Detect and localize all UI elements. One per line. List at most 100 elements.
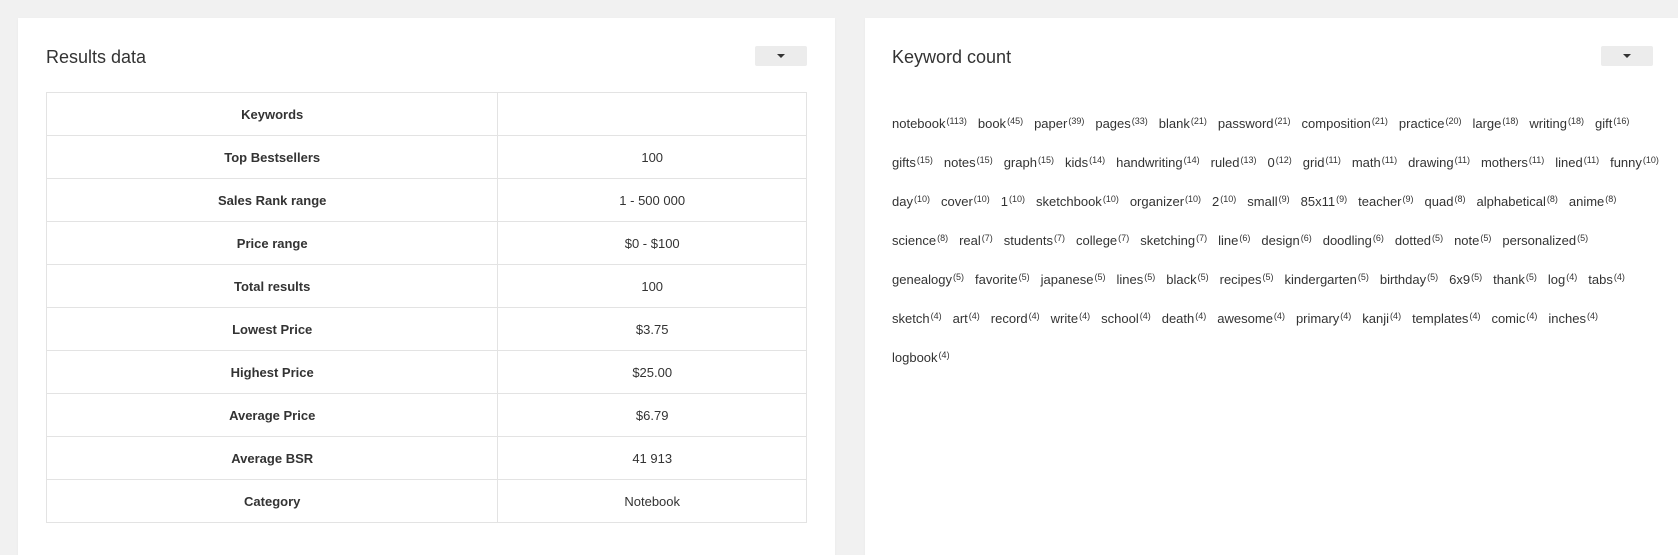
keyword-count: (18)	[1502, 116, 1519, 126]
table-row: Price range $0 - $100	[45, 221, 807, 265]
keyword-item[interactable]: design(6)	[1261, 227, 1311, 252]
keyword-count: (7)	[1196, 233, 1208, 243]
keyword-item[interactable]: handwriting(14)	[1116, 149, 1200, 174]
keyword-item[interactable]: death(4)	[1162, 305, 1207, 330]
keyword-item[interactable]: thank(5)	[1493, 266, 1537, 291]
keyword-item[interactable]: notes(15)	[944, 149, 993, 174]
keyword-item[interactable]: logbook(4)	[892, 344, 950, 369]
keyword-count: (8)	[1605, 194, 1617, 204]
keyword-count: (10)	[913, 194, 930, 204]
keyword-item[interactable]: recipes(5)	[1220, 266, 1274, 291]
keyword-item[interactable]: science(8)	[892, 227, 948, 252]
keyword-item[interactable]: composition(21)	[1302, 110, 1388, 135]
keyword-item[interactable]: genealogy(5)	[892, 266, 964, 291]
keyword-count: (4)	[1613, 272, 1625, 282]
keyword-count: (5)	[1471, 272, 1483, 282]
table-row: Lowest Price $3.75	[45, 307, 807, 351]
keyword-count: (113)	[946, 116, 967, 126]
keyword-item[interactable]: write(4)	[1051, 305, 1090, 330]
results-data-title: Results data	[46, 47, 147, 67]
keyword-item[interactable]: notebook(113)	[892, 110, 967, 135]
keyword-item[interactable]: real(7)	[959, 227, 993, 252]
keyword-item[interactable]: cover(10)	[941, 188, 990, 213]
keyword-item[interactable]: sketching(7)	[1140, 227, 1207, 252]
page: Results data Keywords Top Bestsellers 100 S…	[0, 0, 1678, 555]
keyword-count-panel: Keyword count notebook(113) book(45) paper…	[865, 18, 1678, 555]
keyword-item[interactable]: kanji(4)	[1362, 305, 1401, 330]
keyword-item[interactable]: small(9)	[1247, 188, 1289, 213]
keyword-item[interactable]: comic(4)	[1491, 305, 1537, 330]
keyword-item[interactable]: math(11)	[1352, 149, 1397, 174]
keyword-item[interactable]: organizer(10)	[1130, 188, 1201, 213]
results-options-dropdown-button[interactable]	[755, 46, 807, 66]
keyword-item[interactable]: awesome(4)	[1217, 305, 1285, 330]
keyword-item[interactable]: pages(33)	[1095, 110, 1147, 135]
keyword-item[interactable]: 6x9(5)	[1449, 266, 1482, 291]
keyword-item[interactable]: japanese(5)	[1041, 266, 1106, 291]
keyword-count: (5)	[1480, 233, 1492, 243]
keyword-item[interactable]: large(18)	[1472, 110, 1518, 135]
keyword-item[interactable]: blank(21)	[1159, 110, 1207, 135]
keyword-item[interactable]: funny(10)	[1610, 149, 1659, 174]
keyword-count: (10)	[1009, 194, 1026, 204]
keyword-item[interactable]: sketchbook(10)	[1036, 188, 1119, 213]
keyword-item[interactable]: alphabetical(8)	[1476, 188, 1557, 213]
keyword-word: small	[1247, 194, 1278, 209]
keyword-item[interactable]: black(5)	[1166, 266, 1208, 291]
keyword-item[interactable]: tabs(4)	[1588, 266, 1625, 291]
row-label: Highest Price	[45, 350, 499, 394]
keyword-item[interactable]: grid(11)	[1303, 149, 1341, 174]
keyword-item[interactable]: inches(4)	[1548, 305, 1598, 330]
keyword-item[interactable]: doodling(6)	[1323, 227, 1384, 252]
keyword-item[interactable]: templates(4)	[1412, 305, 1480, 330]
keyword-item[interactable]: writing(18)	[1529, 110, 1584, 135]
keyword-word: graph	[1003, 155, 1037, 170]
keyword-item[interactable]: primary(4)	[1296, 305, 1351, 330]
keyword-word: dotted	[1394, 233, 1432, 248]
keyword-item[interactable]: graph(15)	[1004, 149, 1054, 174]
keyword-word: sketch	[892, 311, 930, 326]
keyword-item[interactable]: kids(14)	[1065, 149, 1105, 174]
keyword-item[interactable]: gifts(15)	[892, 149, 933, 174]
keyword-item[interactable]: birthday(5)	[1380, 266, 1438, 291]
keyword-word: inches	[1548, 311, 1586, 326]
keyword-item[interactable]: favorite(5)	[975, 266, 1030, 291]
keyword-item[interactable]: lined(11)	[1555, 149, 1599, 174]
keyword-item[interactable]: mothers(11)	[1481, 149, 1544, 174]
row-value: $0 - $100	[497, 221, 807, 265]
keyword-item[interactable]: school(4)	[1101, 305, 1151, 330]
keyword-item[interactable]: college(7)	[1076, 227, 1129, 252]
keyword-count: (5)	[1427, 272, 1439, 282]
keyword-item[interactable]: drawing(11)	[1408, 149, 1470, 174]
keyword-item[interactable]: art(4)	[953, 305, 980, 330]
keyword-item[interactable]: gift(16)	[1595, 110, 1629, 135]
keyword-item[interactable]: paper(39)	[1034, 110, 1084, 135]
keyword-item[interactable]: sketch(4)	[892, 305, 942, 330]
keyword-item[interactable]: anime(8)	[1569, 188, 1616, 213]
keyword-item[interactable]: note(5)	[1454, 227, 1491, 252]
keyword-item[interactable]: teacher(9)	[1358, 188, 1413, 213]
keyword-item[interactable]: 1(10)	[1001, 188, 1025, 213]
keyword-item[interactable]: 2(10)	[1212, 188, 1236, 213]
keyword-item[interactable]: book(45)	[978, 110, 1023, 135]
keyword-item[interactable]: quad(8)	[1425, 188, 1466, 213]
keyword-item[interactable]: dotted(5)	[1395, 227, 1443, 252]
keyword-item[interactable]: practice(20)	[1399, 110, 1462, 135]
keyword-item[interactable]: personalized(5)	[1502, 227, 1588, 252]
keyword-item[interactable]: ruled(13)	[1211, 149, 1257, 174]
keyword-count: (5)	[1357, 272, 1369, 282]
keyword-count: (13)	[1240, 155, 1257, 165]
keyword-item[interactable]: 0(12)	[1268, 149, 1292, 174]
keyword-options-dropdown-button[interactable]	[1601, 46, 1653, 66]
keyword-item[interactable]: kindergarten(5)	[1285, 266, 1369, 291]
keyword-item[interactable]: record(4)	[991, 305, 1040, 330]
keyword-word: grid	[1302, 155, 1325, 170]
keyword-item[interactable]: students(7)	[1004, 227, 1065, 252]
keyword-item[interactable]: 85x11(9)	[1301, 188, 1347, 213]
keyword-item[interactable]: line(6)	[1218, 227, 1250, 252]
keyword-item[interactable]: log(4)	[1548, 266, 1577, 291]
keyword-count: (12)	[1275, 155, 1292, 165]
keyword-item[interactable]: lines(5)	[1116, 266, 1155, 291]
keyword-item[interactable]: day(10)	[892, 188, 930, 213]
keyword-item[interactable]: password(21)	[1218, 110, 1291, 135]
